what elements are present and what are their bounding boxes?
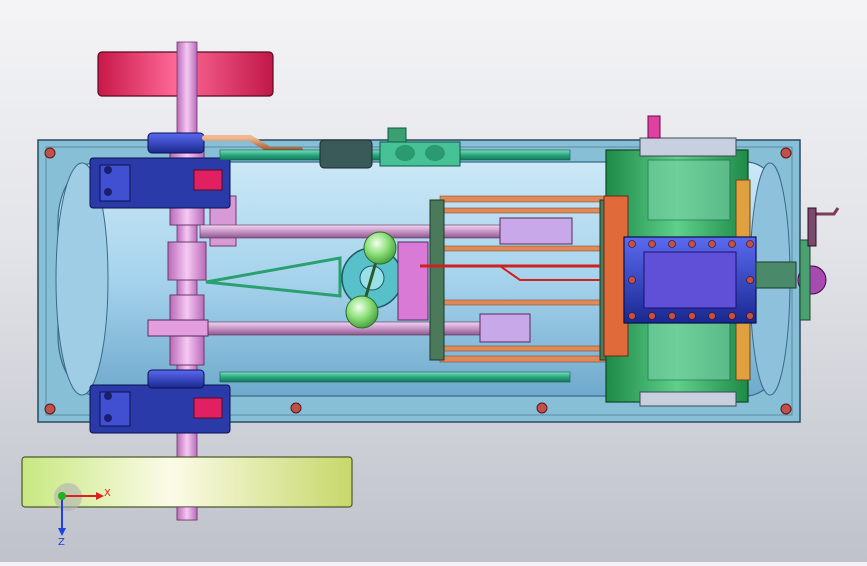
triad-z-label: Z xyxy=(58,537,65,548)
crankshaft-stub xyxy=(176,506,198,521)
cad-3d-viewport[interactable]: X Z xyxy=(0,0,867,562)
triad-x-label: X xyxy=(104,488,111,499)
steam-pipe-bottom[interactable] xyxy=(219,371,571,383)
cylinder-cover[interactable] xyxy=(623,236,757,324)
y-axis-dot xyxy=(58,492,66,500)
